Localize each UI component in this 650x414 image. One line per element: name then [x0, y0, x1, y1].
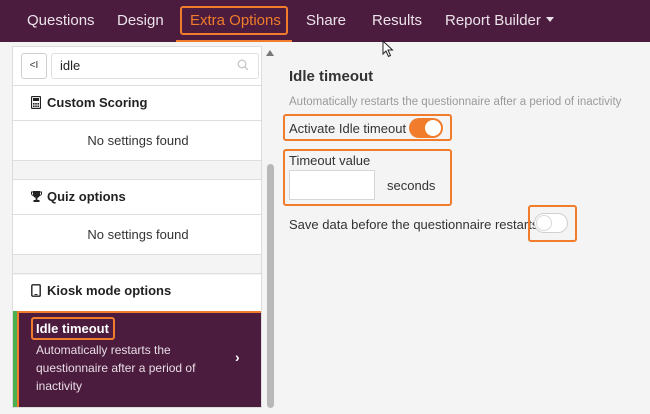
chevron-right-icon: › — [235, 349, 240, 365]
sidebar-scrollbar[interactable] — [264, 46, 276, 408]
setting-description: Automatically restarts the questionnaire… — [289, 96, 622, 108]
nav-tab-questions[interactable]: Questions — [27, 12, 95, 29]
nav-tab-report-builder[interactable]: Report Builder — [445, 12, 554, 29]
toggle-knob — [536, 215, 552, 231]
nav-tab-design[interactable]: Design — [117, 12, 164, 29]
tablet-icon — [31, 284, 41, 297]
scroll-thumb[interactable] — [267, 164, 274, 408]
activate-idle-timeout-toggle[interactable] — [409, 118, 443, 138]
sidebar-item-idle-timeout[interactable]: Idle timeout Automatically restarts the … — [13, 311, 261, 407]
section-title: Kiosk mode options — [47, 283, 172, 298]
save-data-label: Save data before the questionnaire resta… — [289, 217, 539, 232]
section-kiosk-mode-options[interactable]: Kiosk mode options — [13, 273, 261, 307]
timeout-value-input[interactable] — [289, 170, 375, 200]
scroll-up-arrow-icon[interactable] — [266, 50, 274, 56]
active-tab-underline — [176, 40, 292, 42]
section-divider — [13, 160, 261, 180]
caret-down-icon — [545, 17, 554, 22]
section-divider — [13, 254, 261, 275]
timeout-value-label: Timeout value — [289, 153, 371, 168]
calculator-icon — [31, 96, 41, 109]
save-data-toggle[interactable] — [534, 213, 568, 233]
mouse-cursor-icon — [382, 40, 394, 58]
sidebar-item-title: Idle timeout — [36, 321, 109, 336]
section-title: Custom Scoring — [47, 95, 148, 110]
collapse-sidebar-button[interactable]: <I — [21, 53, 47, 79]
report-builder-label: Report Builder — [445, 12, 541, 29]
nav-tab-results[interactable]: Results — [372, 12, 422, 29]
section-custom-scoring[interactable]: Custom Scoring — [13, 85, 261, 119]
sidebar-search-row: <I idle — [13, 47, 261, 85]
nav-tab-extra-options[interactable]: Extra Options — [190, 12, 281, 29]
empty-message: No settings found — [13, 120, 261, 160]
nav-tab-share[interactable]: Share — [306, 12, 346, 29]
empty-message: No settings found — [13, 214, 261, 254]
setting-title: Idle timeout — [289, 68, 374, 85]
search-icon — [237, 59, 249, 71]
sidebar-search-input[interactable]: idle — [51, 53, 259, 79]
settings-sidebar: <I idle Custom Scoring No settings found… — [12, 46, 262, 408]
top-nav: Questions Design Extra Options Share Res… — [0, 0, 650, 42]
section-title: Quiz options — [47, 189, 126, 204]
trophy-icon — [31, 191, 42, 202]
sidebar-item-description: Automatically restarts the questionnaire… — [36, 343, 196, 393]
section-quiz-options[interactable]: Quiz options — [13, 179, 261, 213]
activate-idle-timeout-label: Activate Idle timeout — [289, 121, 407, 136]
toggle-knob — [425, 120, 441, 136]
seconds-unit-label: seconds — [387, 178, 436, 193]
